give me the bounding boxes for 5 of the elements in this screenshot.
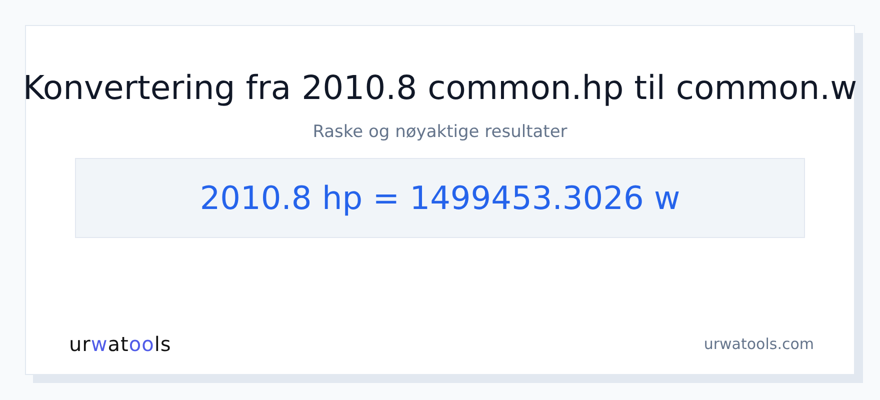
page-title: Konvertering fra 2010.8 common.hp til common.w [22, 68, 858, 108]
logo: urwatools [69, 332, 172, 356]
subtitle: Raske og nøyaktige resultater [312, 121, 568, 144]
site-url: urwatools.com [704, 335, 814, 353]
conversion-result: 2010.8 hp = 1499453.3026 w [200, 179, 680, 217]
